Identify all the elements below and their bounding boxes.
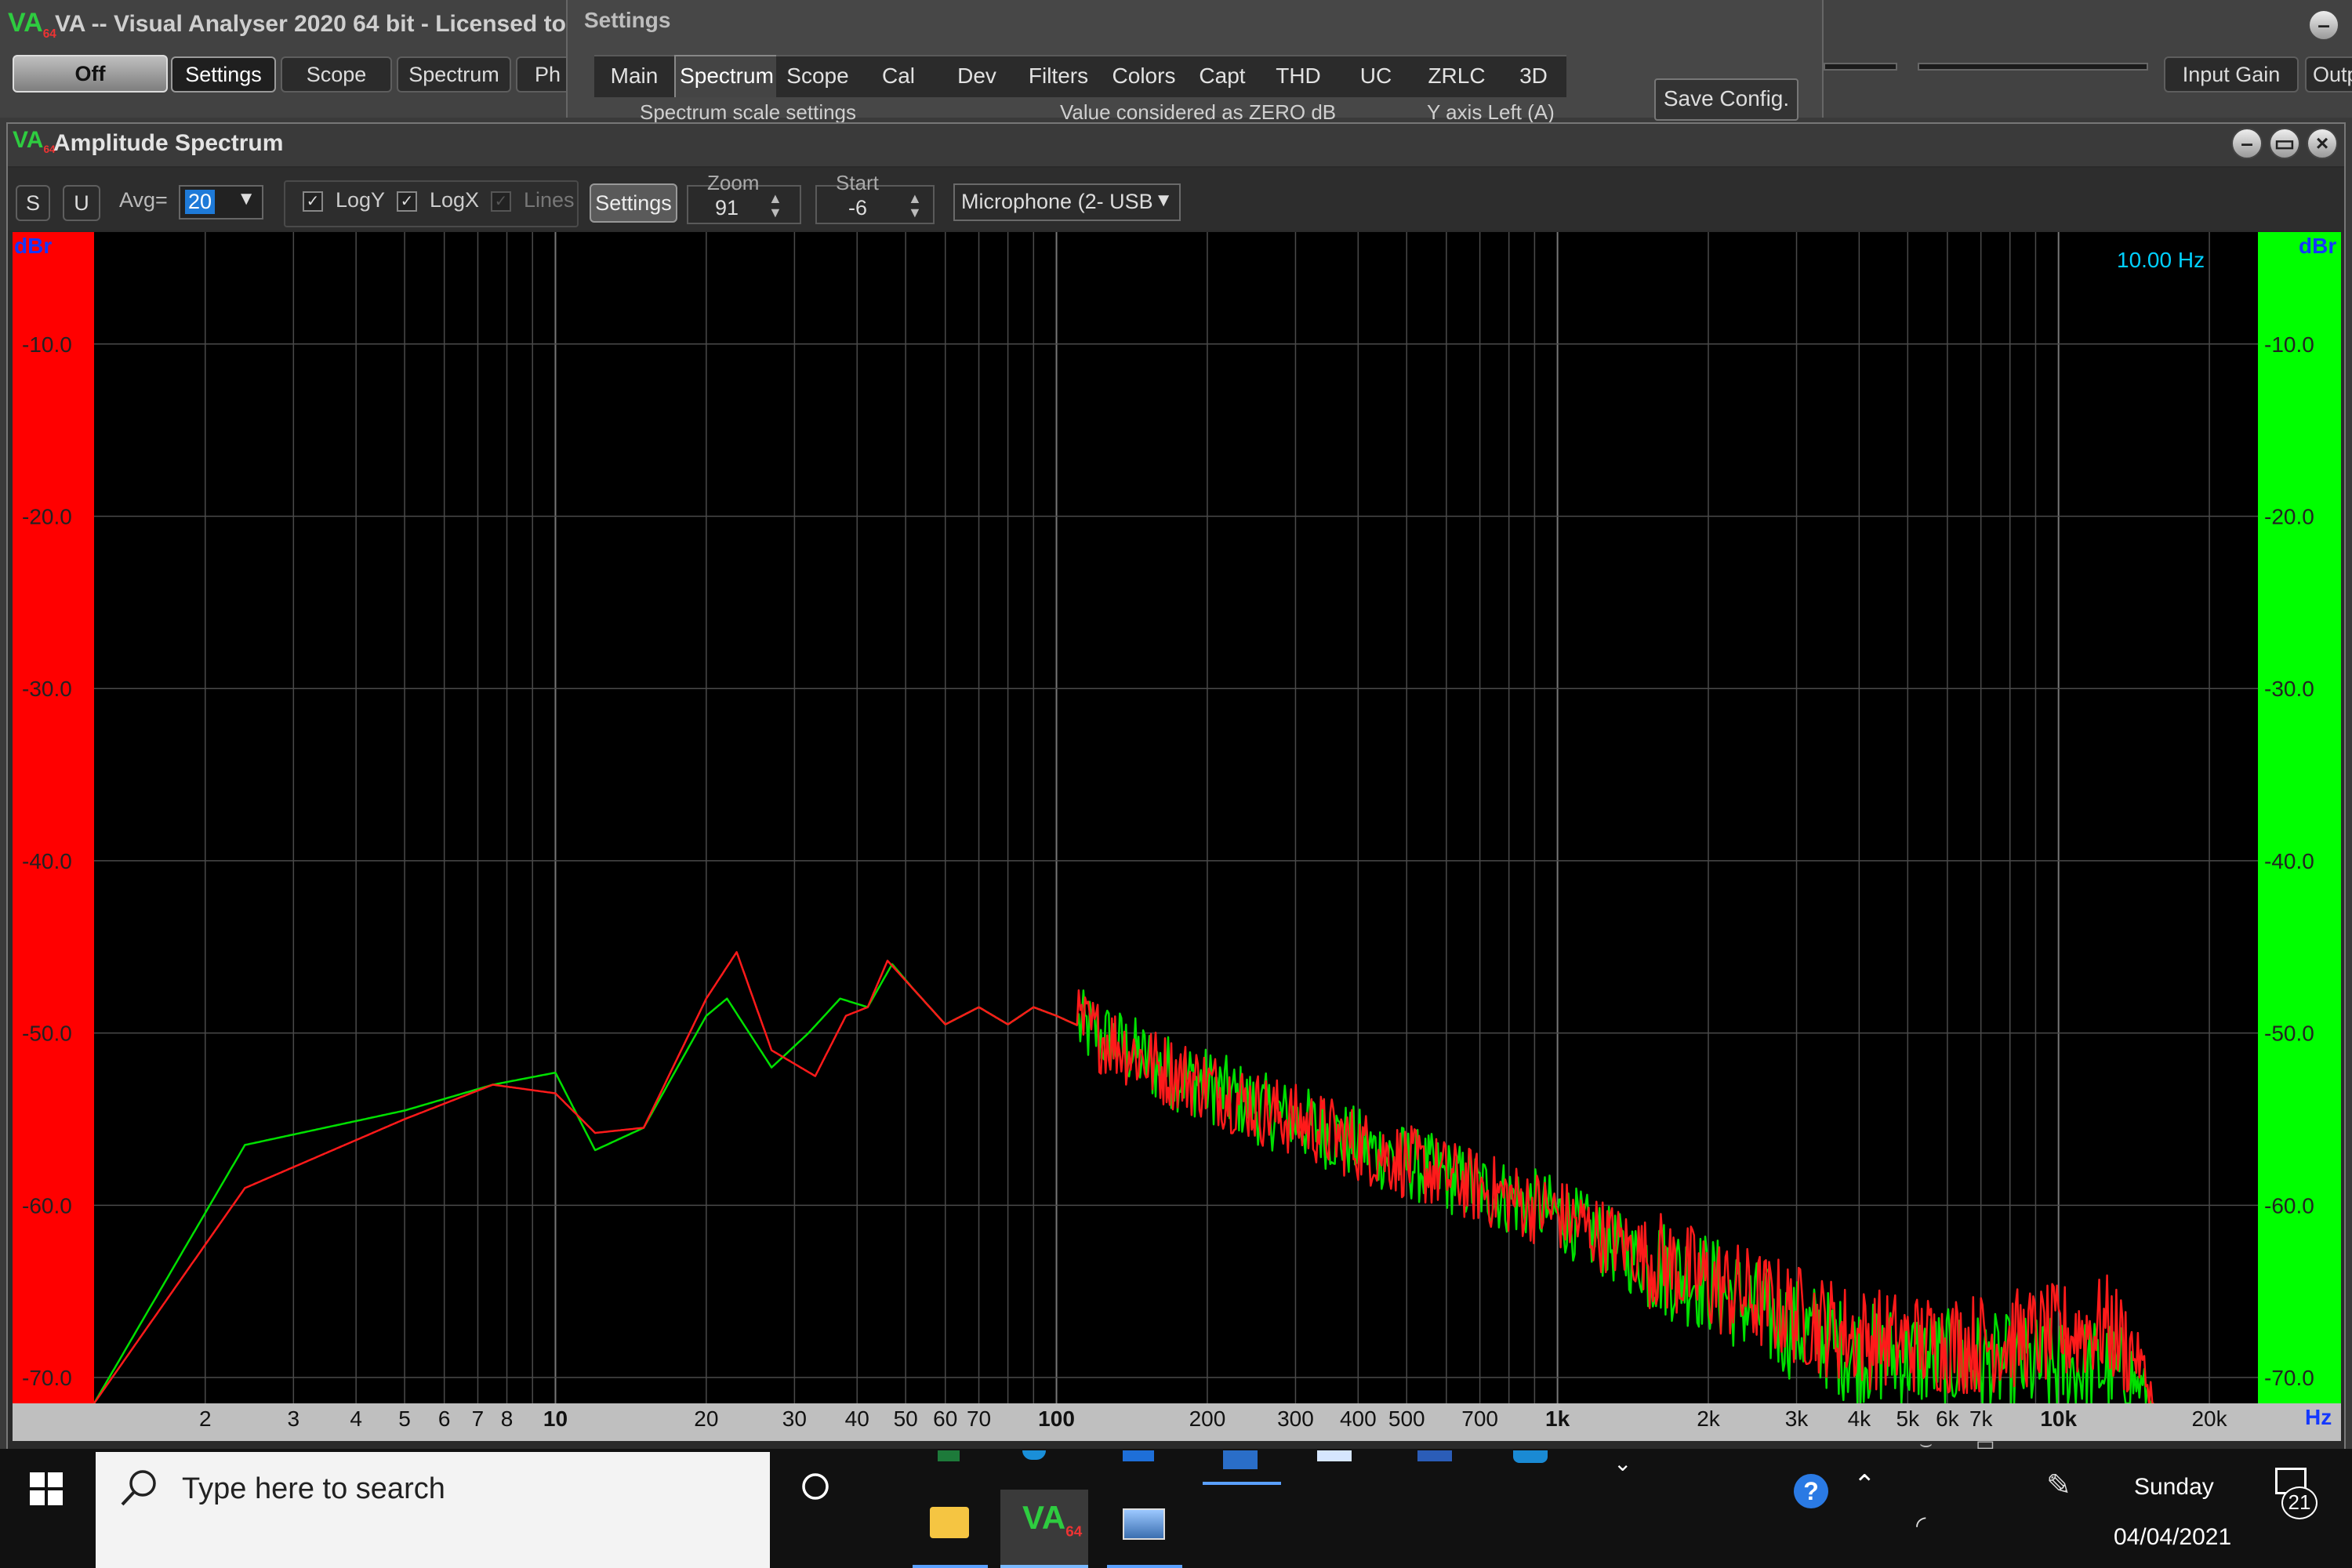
- pen-icon[interactable]: ✎: [2046, 1468, 2071, 1503]
- va-logo-icon: VA64: [1022, 1499, 1083, 1541]
- x-tick-label: 200: [1189, 1406, 1226, 1431]
- tray-icon[interactable]: ▭: [1976, 1432, 1995, 1456]
- chevron-up-icon[interactable]: ⌃: [1853, 1469, 1876, 1501]
- taskbar-day[interactable]: Sunday: [2134, 1474, 2214, 1501]
- x-tick-label: 500: [1388, 1406, 1425, 1431]
- x-tick-label: 20k: [2191, 1406, 2227, 1431]
- x-tick-label: 40: [844, 1406, 869, 1431]
- y-tick-label-right: -70.0: [2264, 1366, 2314, 1390]
- file-explorer-icon[interactable]: [930, 1507, 969, 1538]
- windows-start-icon[interactable]: [30, 1472, 63, 1505]
- x-tick-label: 10: [543, 1406, 568, 1431]
- x-tick-label: 4k: [1847, 1406, 1871, 1431]
- x-unit-label: Hz: [2305, 1405, 2332, 1429]
- x-tick-label: 2k: [1697, 1406, 1720, 1431]
- x-tick-label: 3: [287, 1406, 300, 1431]
- x-tick-label: 2: [198, 1406, 212, 1431]
- app-icon[interactable]: [1317, 1450, 1352, 1461]
- search-placeholder: Type here to search: [182, 1472, 445, 1505]
- running-indicator: [913, 1565, 988, 1568]
- spectrum-series-red: [93, 951, 2154, 1405]
- x-tick-label: 400: [1339, 1406, 1377, 1431]
- x-tick-label: 50: [893, 1406, 918, 1431]
- x-tick-label: 1k: [1545, 1406, 1570, 1431]
- y-tick-label-left: -30.0: [22, 677, 72, 701]
- notification-count: 21: [2281, 1486, 2318, 1519]
- x-tick-label: 5k: [1896, 1406, 1920, 1431]
- active-app-indicator: [1203, 1482, 1281, 1485]
- taskbar-date[interactable]: 04/04/2021: [2114, 1524, 2231, 1551]
- x-tick-label: 7k: [1969, 1406, 1993, 1431]
- y-tick-label-right: -10.0: [2264, 332, 2314, 357]
- x-tick-label: 30: [782, 1406, 807, 1431]
- x-tick-label: 100: [1038, 1406, 1075, 1431]
- y-tick-label-left: -70.0: [22, 1366, 72, 1390]
- x-tick-label: 8: [500, 1406, 514, 1431]
- cursor-frequency-readout: 10.00 Hz: [2117, 248, 2205, 272]
- y-tick-label-right: -60.0: [2264, 1193, 2314, 1218]
- photos-icon[interactable]: [1123, 1508, 1165, 1540]
- y-tick-label-right: -30.0: [2264, 677, 2314, 701]
- x-tick-label: 60: [933, 1406, 958, 1431]
- x-tick-label: 6: [437, 1406, 451, 1431]
- x-tick-label: 300: [1277, 1406, 1314, 1431]
- x-tick-label: 700: [1461, 1406, 1498, 1431]
- word-icon[interactable]: [1417, 1450, 1452, 1461]
- y-tick-label-right: -40.0: [2264, 849, 2314, 873]
- y-tick-label-left: -40.0: [22, 849, 72, 873]
- mail-icon[interactable]: [1223, 1450, 1258, 1469]
- x-tick-label: 70: [966, 1406, 992, 1431]
- search-icon: [121, 1470, 156, 1506]
- taskbar-search-box[interactable]: [96, 1452, 770, 1568]
- x-tick-label: 4: [350, 1406, 362, 1431]
- y-tick-label-left: -20.0: [22, 505, 72, 529]
- tray-icon[interactable]: ⌣: [1919, 1432, 1933, 1457]
- y-tick-label-left: -60.0: [22, 1193, 72, 1218]
- x-tick-label: 3k: [1784, 1406, 1809, 1431]
- wifi-icon[interactable]: ◜: [1916, 1510, 1926, 1540]
- spectrum-chart: -10.0 -10.0 -20.0 -20.0 -30.0 -30.0 -40.0 -40.0…: [22, 232, 2314, 1405]
- running-indicator: [1107, 1565, 1182, 1568]
- y-tick-label-left: -10.0: [22, 332, 72, 357]
- x-tick-label: 20: [694, 1406, 719, 1431]
- app-icon[interactable]: ⌄: [1613, 1450, 1632, 1476]
- x-tick-label: 7: [471, 1406, 485, 1431]
- y-tick-label-left: -50.0: [22, 1022, 72, 1046]
- y-tick-label-right: -20.0: [2264, 505, 2314, 529]
- dropbox-icon[interactable]: [1123, 1450, 1154, 1461]
- running-indicator: [1000, 1565, 1088, 1568]
- excel-icon[interactable]: [938, 1450, 960, 1461]
- help-icon[interactable]: ?: [1794, 1474, 1828, 1508]
- cortana-icon[interactable]: [800, 1471, 831, 1502]
- x-tick-label: 6k: [1936, 1406, 1959, 1431]
- store-icon[interactable]: [1513, 1450, 1548, 1463]
- x-tick-label: 10k: [2040, 1406, 2078, 1431]
- y-tick-label-right: -50.0: [2264, 1022, 2314, 1046]
- x-tick-label: 5: [398, 1406, 411, 1431]
